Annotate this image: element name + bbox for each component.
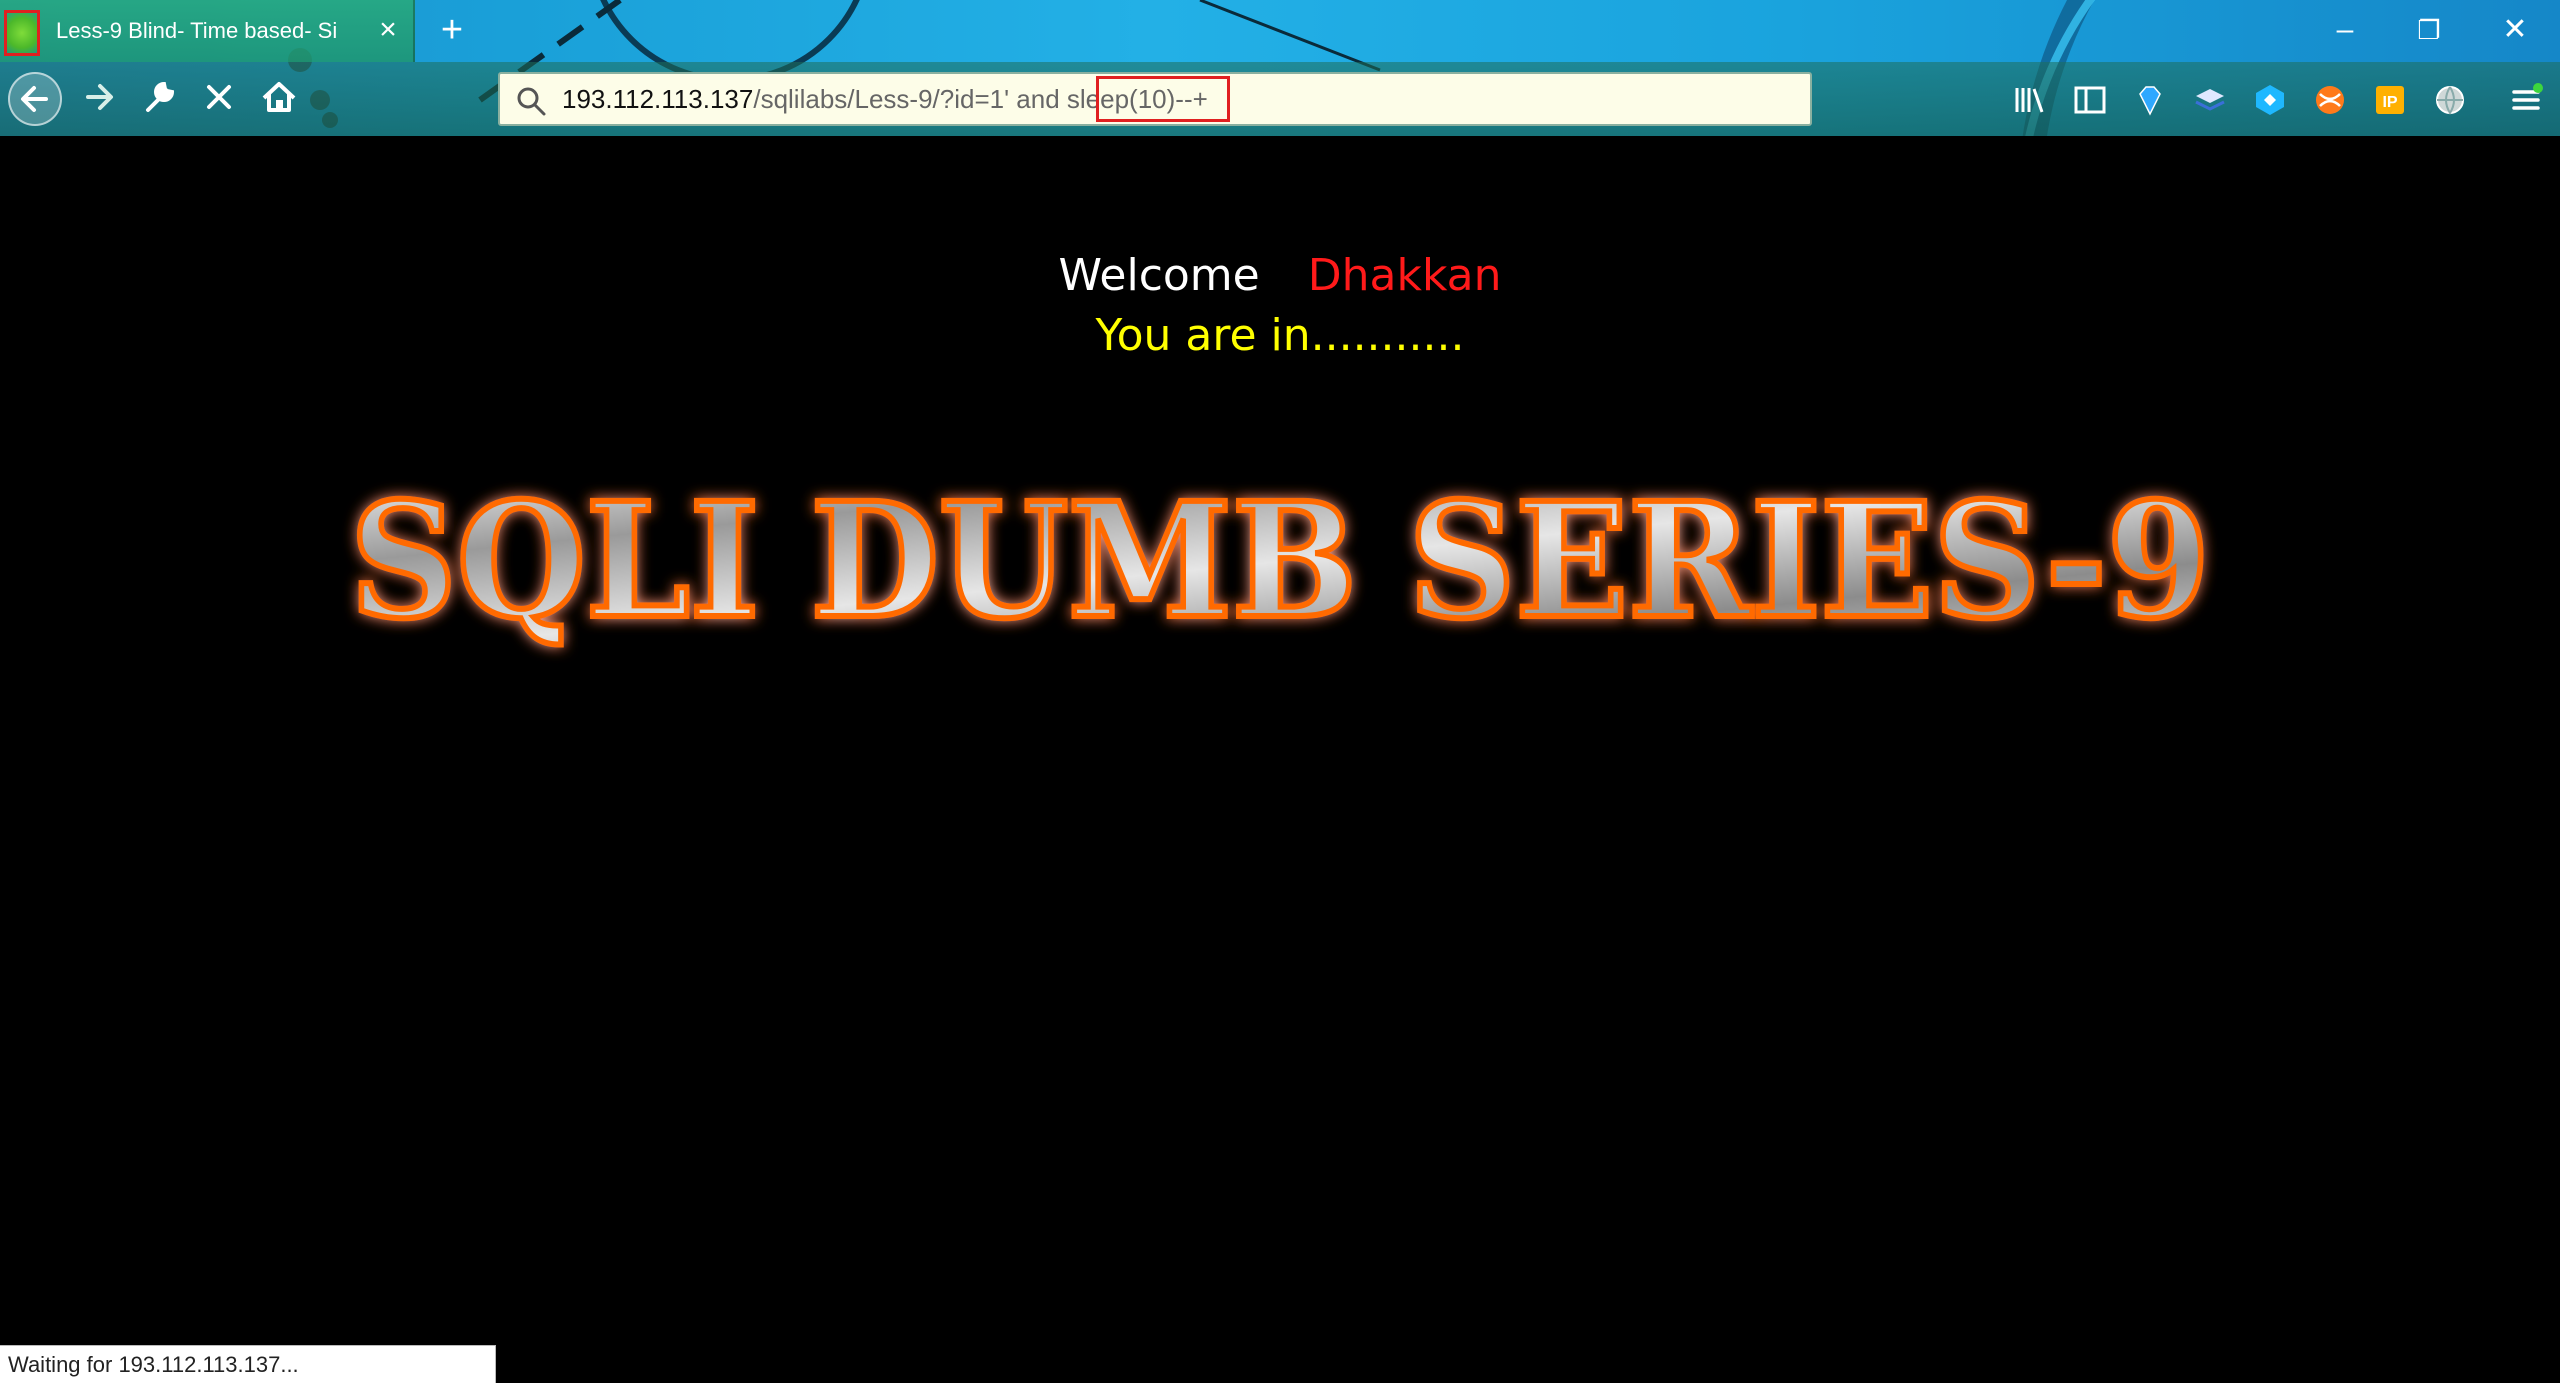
tools-button[interactable] [132, 72, 186, 126]
back-arrow-icon [21, 86, 48, 112]
url-highlight-box [1096, 76, 1230, 122]
sqli-banner-logo: SQLI DUMB SERIES-9 [347, 466, 2213, 657]
minimize-button[interactable]: – [2320, 10, 2370, 50]
ball-icon[interactable] [2312, 82, 2348, 118]
browser-chrome: Less-9 Blind- Time based- Si × + – ❐ ✕ 1… [0, 0, 2560, 136]
new-tab-button[interactable]: + [432, 10, 472, 50]
navigation-toolbar: 193.112.113.137/sqlilabs/Less-9/?id=1' a… [0, 62, 2560, 136]
page-content: Welcome Dhakkan You are in........... SQL… [0, 136, 2560, 1383]
gem-icon[interactable] [2132, 82, 2168, 118]
home-button[interactable] [252, 72, 306, 126]
tab-bar: Less-9 Blind- Time based- Si × + – ❐ ✕ [0, 0, 2560, 62]
url-host: 193.112.113.137 [562, 84, 754, 114]
browser-status-bar: Waiting for 193.112.113.137... [0, 1345, 496, 1383]
welcome-text: Welcome [1058, 250, 1260, 301]
forward-button[interactable] [72, 72, 126, 126]
browser-tab[interactable]: Less-9 Blind- Time based- Si × [0, 0, 415, 62]
status-message: You are in........... [1095, 310, 1465, 361]
address-bar[interactable]: 193.112.113.137/sqlilabs/Less-9/?id=1' a… [498, 72, 1812, 126]
tab-loading-icon [4, 10, 40, 56]
sidebar-icon[interactable] [2072, 82, 2108, 118]
cube-icon[interactable] [2252, 82, 2288, 118]
library-icon[interactable] [2012, 82, 2048, 118]
menu-icon[interactable] [2508, 82, 2544, 118]
welcome-line: Welcome Dhakkan [0, 246, 2560, 306]
home-icon [262, 82, 296, 112]
tab-title: Less-9 Blind- Time based- Si [56, 18, 338, 43]
layers-icon[interactable] [2192, 82, 2228, 118]
ip-icon[interactable]: IP [2372, 82, 2408, 118]
svg-text:IP: IP [2382, 94, 2397, 111]
close-window-button[interactable]: ✕ [2490, 10, 2540, 50]
tab-close-icon[interactable]: × [372, 14, 404, 46]
forward-arrow-icon [86, 84, 113, 110]
banner-text: SQLI DUMB SERIES-9 [350, 469, 2210, 654]
restore-button[interactable]: ❐ [2404, 10, 2454, 50]
search-icon [517, 87, 546, 116]
globe-icon[interactable] [2432, 82, 2468, 118]
stop-button[interactable] [192, 72, 246, 126]
back-button[interactable] [8, 72, 62, 126]
stop-icon [207, 85, 231, 109]
extension-toolbar: IP [2000, 72, 2560, 126]
wrench-icon [146, 81, 175, 112]
user-name: Dhakkan [1307, 250, 1502, 301]
